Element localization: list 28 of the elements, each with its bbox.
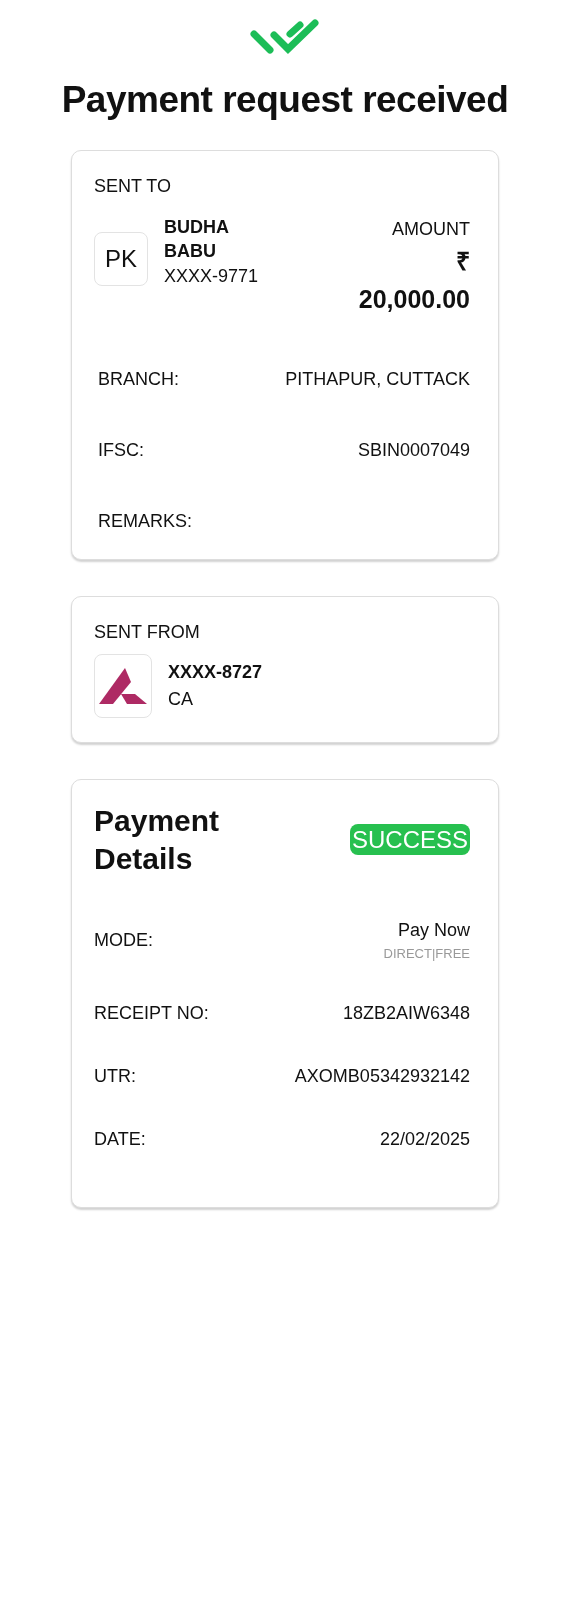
amount-value: 20,000.00 — [358, 283, 470, 315]
field-value: AXOMB05342932142 — [294, 1064, 470, 1088]
field-label: BRANCH: — [98, 368, 179, 392]
status-badge: SUCCESS — [349, 824, 470, 856]
field-value: Pay Now — [396, 919, 470, 943]
avatar: PK — [94, 232, 148, 287]
field-label: MODE: — [94, 929, 153, 953]
field-value: 22/02/2025 — [379, 1127, 470, 1151]
field-value: SBIN0007049 — [357, 439, 470, 463]
field-label: DATE: — [94, 1127, 146, 1151]
field-value: 18ZB2AIW6348 — [342, 1001, 470, 1025]
card-title: Payment Details — [94, 803, 221, 877]
currency-symbol: ₹ — [455, 246, 470, 278]
field-label: UTR: — [94, 1064, 136, 1088]
account-type: CA — [168, 688, 194, 712]
field-label: RECEIPT NO: — [94, 1001, 209, 1025]
account-number: XXXX-8727 — [168, 661, 263, 685]
payee-name: BUDHA BABU — [164, 216, 230, 263]
field-label: IFSC: — [98, 439, 144, 463]
field-label: REMARKS: — [98, 510, 193, 534]
bank-logo — [94, 654, 152, 719]
page-title: Payment request received — [60, 78, 510, 122]
section-label: SENT TO — [94, 175, 173, 199]
amount-label: AMOUNT — [391, 218, 470, 242]
field-value: PITHAPUR, CUTTACK — [285, 368, 470, 392]
section-label: SENT FROM — [94, 621, 201, 645]
account-number: XXXX-9771 — [164, 265, 260, 289]
field-note: DIRECT|FREE — [383, 945, 470, 964]
